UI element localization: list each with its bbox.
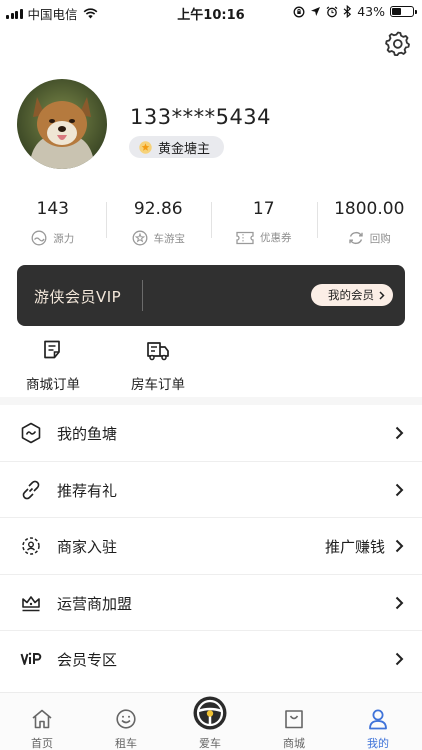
vip-text-icon [20,652,42,665]
stat-label: 源力 [53,232,75,245]
link-icon [22,480,40,499]
stat-label: 回购 [369,232,391,245]
chevron-right-icon [379,290,385,300]
tab-home[interactable]: 首页 [0,693,84,750]
stat-value: 143 [36,199,69,219]
steering-wheel-icon [193,696,227,730]
menu-item-referral[interactable]: 推荐有礼 [0,462,422,518]
chevron-right-icon [395,596,404,609]
menu-item-label: 推荐有礼 [57,481,118,500]
chevron-right-icon [395,483,404,496]
stat-value: 92.86 [133,199,183,219]
status-bar: 中国电信 上午10:16 43% [0,0,422,23]
stat-value: 17 [252,199,275,219]
order-list-icon [44,340,60,359]
menu-item-label: 运营商加盟 [57,594,133,613]
carrier-name: 中国电信 [27,7,78,22]
signal-icon [6,8,23,19]
tab-mine[interactable]: 我的 [336,693,420,750]
menu-item-extra: 推广赚钱 [324,538,385,556]
tab-label: 首页 [31,737,53,750]
alarm-icon [326,6,338,17]
stat-label: 优惠券 [260,232,292,244]
chevron-right-icon [395,652,404,666]
yuanli-icon [31,230,47,246]
chevron-right-icon [395,539,404,553]
my-membership-label: 我的会员 [328,288,374,302]
battery-percent: 43% [357,4,385,19]
status-left: 中国电信 [6,4,98,23]
rv-truck-icon [147,342,169,361]
user-phone-number: 133****5434 [130,105,272,129]
tab-mall[interactable]: 商城 [252,693,336,750]
pond-icon [21,422,41,444]
bag-icon [285,710,303,729]
gold-star-icon [139,140,152,154]
vip-divider [142,280,143,311]
tab-label: 租车 [115,737,137,750]
avatar[interactable] [17,79,107,169]
refresh-icon [349,231,363,245]
status-right: 43% [293,4,417,19]
tab-label: 爱车 [199,737,221,750]
bluetooth-icon [343,5,352,18]
menu-item-merchant-join[interactable]: 商家入驻 推广赚钱 [0,518,422,575]
menu-item-label: 我的鱼塘 [57,425,118,443]
battery-icon [390,6,417,17]
menu-item-vip-zone[interactable]: 会员专区 [0,631,422,688]
settings-gear-icon[interactable] [385,30,411,56]
smile-icon [116,709,136,729]
wifi-icon [83,8,97,19]
mall-orders-button[interactable]: 商城订单 [8,340,98,393]
crown-icon [22,595,40,611]
tab-label: 商城 [283,737,305,750]
rv-orders-button[interactable]: 房车订单 [113,340,203,393]
bottom-tab-bar: 首页 租车 爱车 商城 我的 [0,692,422,750]
menu-list: 我的鱼塘 推荐有礼 商家入驻 推广赚钱 运营商加盟 会员专区 [0,405,422,688]
tab-my-car[interactable]: 爱车 [168,693,252,750]
member-level-badge[interactable]: 黄金塘主 [129,136,225,158]
stat-cheyoubao[interactable]: 92.86 车游宝 [105,196,212,260]
member-level-label: 黄金塘主 [158,141,211,157]
stat-label: 车游宝 [153,232,186,245]
menu-item-label: 会员专区 [57,651,118,669]
rv-orders-label: 房车订单 [131,377,185,393]
star-circle-icon [132,230,147,246]
stat-coupons[interactable]: 17 优惠券 [211,196,317,260]
tab-label: 我的 [367,737,389,750]
vip-title: 游侠会员VIP [34,288,122,306]
tab-rent-car[interactable]: 租车 [84,693,168,750]
orders-row: 商城订单 房车订单 [0,340,422,393]
my-membership-button[interactable]: 我的会员 [311,284,393,306]
person-icon [369,709,387,730]
menu-item-my-pond[interactable]: 我的鱼塘 [0,405,422,462]
stats-row: 143 源力 92.86 车游宝 17 优惠券 1800.00 回购 [0,196,422,260]
merchant-icon [22,537,40,555]
chevron-right-icon [395,426,404,440]
vip-banner[interactable]: 游侠会员VIP 我的会员 [17,265,405,326]
stat-buyback[interactable]: 1800.00 回购 [316,196,422,260]
menu-item-operator-join[interactable]: 运营商加盟 [0,575,422,631]
mall-orders-label: 商城订单 [26,377,80,393]
stat-yuanli[interactable]: 143 源力 [0,196,106,260]
home-icon [32,709,52,729]
stat-value: 1800.00 [334,199,405,219]
coupon-icon [236,231,254,244]
section-separator [0,397,422,405]
location-arrow-icon [311,7,321,16]
menu-item-label: 商家入驻 [57,538,118,556]
orientation-lock-icon [293,6,305,17]
